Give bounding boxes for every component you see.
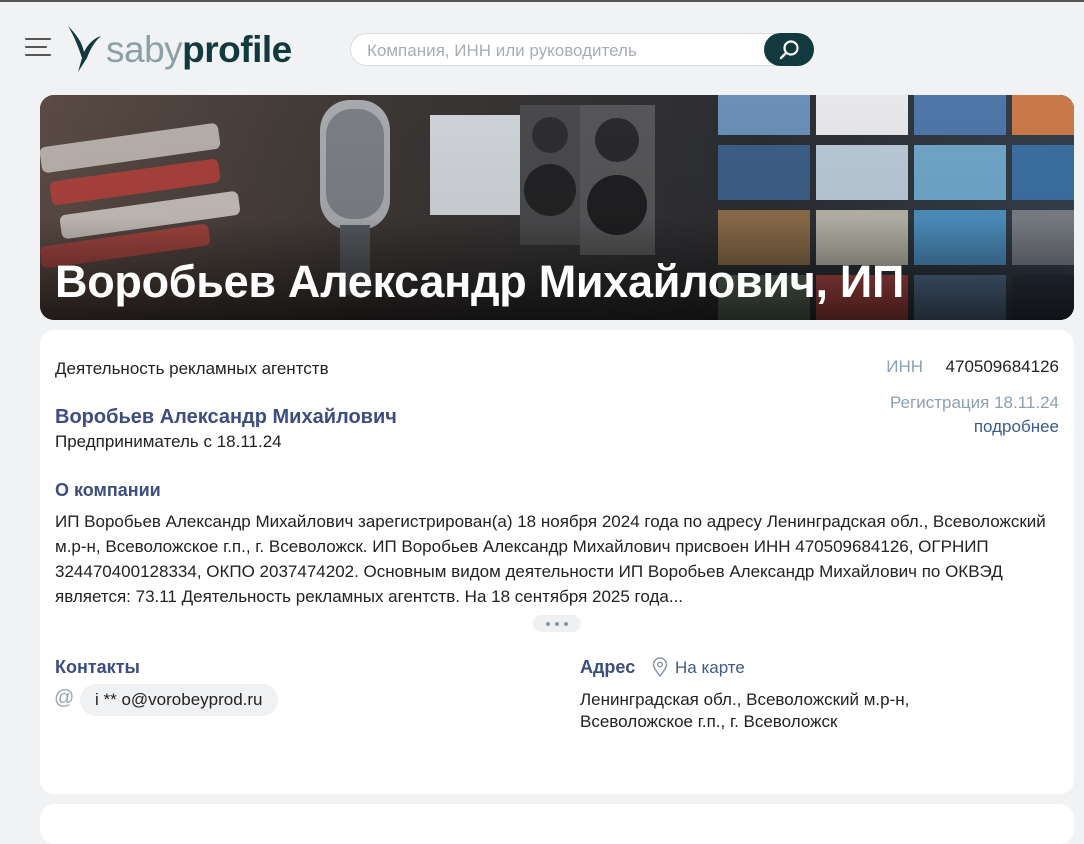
- saby-profile-logo[interactable]: sabyprofile: [66, 24, 292, 74]
- inn-value[interactable]: 470509684126: [946, 357, 1059, 377]
- registration-date: Регистрация 18.11.24: [889, 393, 1059, 412]
- company-banner: Воробьев Александр Михайлович, ИП: [40, 95, 1074, 320]
- map-pin-icon[interactable]: [652, 657, 668, 677]
- address-line-2: Всеволожское г.п., г. Всеволожск: [580, 712, 838, 731]
- contacts-heading: Контакты: [55, 657, 140, 677]
- search-input[interactable]: [365, 34, 765, 67]
- details-link[interactable]: подробнее: [974, 417, 1059, 437]
- address-heading: Адрес: [580, 657, 636, 677]
- menu-icon[interactable]: [25, 38, 51, 58]
- on-map-link[interactable]: На карте: [675, 658, 745, 678]
- search-button[interactable]: [764, 33, 814, 66]
- top-border: [0, 0, 1084, 2]
- page-title: Воробьев Александр Михайлович, ИП: [55, 256, 904, 307]
- owner-name-link[interactable]: Воробьев Александр Михайлович: [55, 406, 397, 429]
- email-chip[interactable]: i ** o@vorobeyprod.ru: [80, 684, 278, 716]
- search-icon: [779, 39, 799, 59]
- about-heading: О компании: [55, 480, 161, 500]
- next-card: [40, 804, 1074, 844]
- activity-text: Деятельность рекламных агентств: [55, 359, 329, 378]
- company-info-card: Деятельность рекламных агентств ИНН 4705…: [40, 330, 1074, 794]
- inn-label: ИНН: [886, 357, 923, 376]
- address-line-1: Ленинградская обл., Всеволожский м.р-н,: [580, 690, 910, 709]
- search-bar: [350, 33, 814, 67]
- logo-profile-text: profile: [182, 28, 292, 70]
- about-text: ИП Воробьев Александр Михайлович зарегис…: [55, 512, 1046, 606]
- bird-logo-icon: [68, 26, 101, 72]
- logo-saby-text: saby: [106, 28, 183, 70]
- owner-since-text: Предприниматель с 18.11.24: [55, 432, 282, 451]
- expand-more-button[interactable]: [533, 615, 581, 632]
- at-icon: @: [54, 687, 75, 709]
- address-text: Ленинградская обл., Всеволожский м.р-н, …: [580, 689, 1000, 733]
